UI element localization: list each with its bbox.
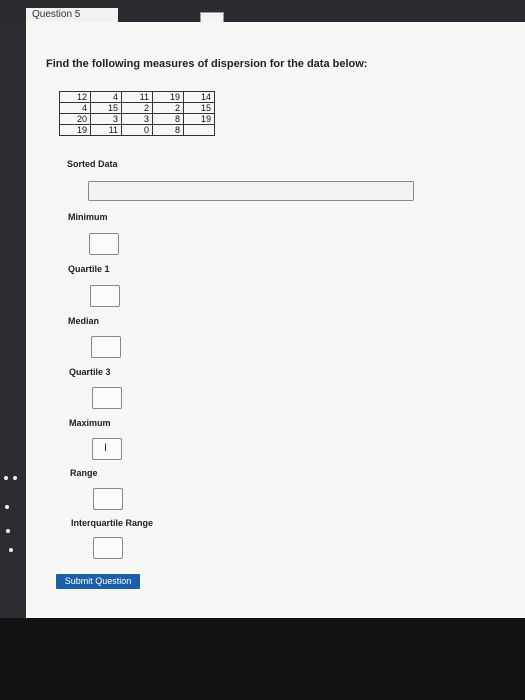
minimum-input[interactable] <box>89 233 119 255</box>
screen-left-edge <box>0 22 26 618</box>
table-cell: 4 <box>90 91 122 103</box>
text-cursor-icon: I <box>104 442 108 454</box>
table-row: 19 11 0 8 <box>59 124 215 136</box>
quartile-3-input[interactable] <box>92 387 122 409</box>
browser-top-bar: Question 5 <box>0 0 525 24</box>
reflection-dot <box>4 476 8 480</box>
table-row: 20 3 3 8 19 <box>59 113 215 125</box>
table-cell: 20 <box>59 113 91 125</box>
table-cell: 12 <box>59 91 91 103</box>
range-label: Range <box>70 468 98 478</box>
question-prompt: Find the following measures of dispersio… <box>46 58 368 70</box>
reflection-dot <box>5 505 9 509</box>
sorted-data-input[interactable] <box>88 181 414 201</box>
table-cell: 3 <box>90 113 122 125</box>
median-label: Median <box>68 316 100 326</box>
maximum-label: Maximum <box>69 418 111 428</box>
reflection-dot <box>9 548 13 552</box>
table-cell: 11 <box>90 124 122 136</box>
quartile-1-label: Quartile 1 <box>68 264 110 274</box>
reflection-dot <box>13 476 17 480</box>
table-cell: 2 <box>152 102 184 114</box>
table-cell: 19 <box>183 113 215 125</box>
table-cell: 3 <box>121 113 153 125</box>
table-cell: 19 <box>59 124 91 136</box>
iqr-label: Interquartile Range <box>71 518 154 528</box>
table-cell: 11 <box>121 91 153 103</box>
maximum-input[interactable]: I <box>92 438 122 460</box>
table-cell: 4 <box>59 102 91 114</box>
minimum-label: Minimum <box>68 212 108 222</box>
question-page: Find the following measures of dispersio… <box>26 22 525 618</box>
table-cell: 19 <box>152 91 184 103</box>
table-row: 4 15 2 2 15 <box>59 102 215 114</box>
table-cell: 2 <box>121 102 153 114</box>
table-cell: 14 <box>183 91 215 103</box>
table-cell: 8 <box>152 113 184 125</box>
quartile-3-label: Quartile 3 <box>69 367 111 377</box>
table-row: 12 4 11 19 14 <box>59 91 215 103</box>
table-cell: 15 <box>183 102 215 114</box>
table-cell: 15 <box>90 102 122 114</box>
data-table: 12 4 11 19 14 4 15 2 2 15 20 3 3 8 19 19… <box>59 91 215 136</box>
question-tab[interactable]: Question 5 <box>26 8 118 22</box>
range-input[interactable] <box>93 488 123 510</box>
table-cell <box>183 124 215 136</box>
table-cell: 0 <box>121 124 153 136</box>
iqr-input[interactable] <box>93 537 123 559</box>
reflection-dot <box>6 529 10 533</box>
quartile-1-input[interactable] <box>90 285 120 307</box>
median-input[interactable] <box>91 336 121 358</box>
submit-question-button[interactable]: Submit Question <box>56 574 140 589</box>
screen-bottom-edge <box>0 618 525 700</box>
table-cell: 8 <box>152 124 184 136</box>
sorted-data-label: Sorted Data <box>67 159 118 169</box>
